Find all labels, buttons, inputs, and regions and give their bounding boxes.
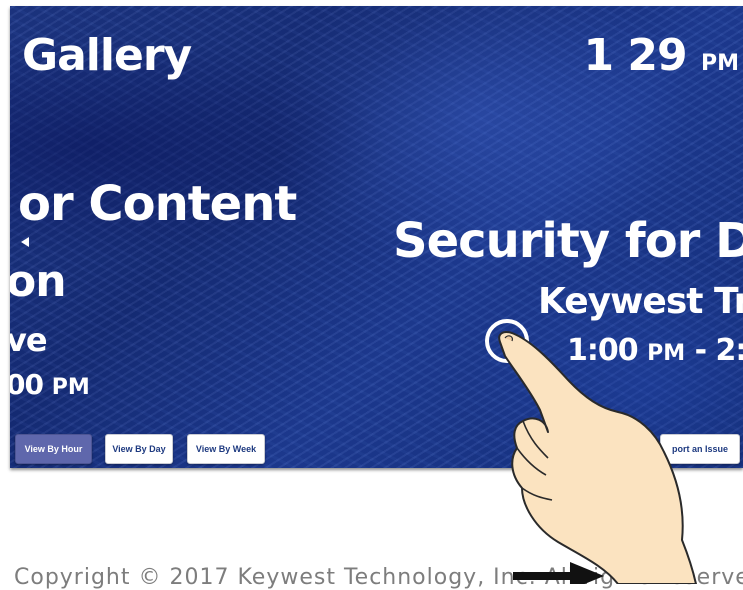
arrow-right-icon <box>513 562 604 584</box>
